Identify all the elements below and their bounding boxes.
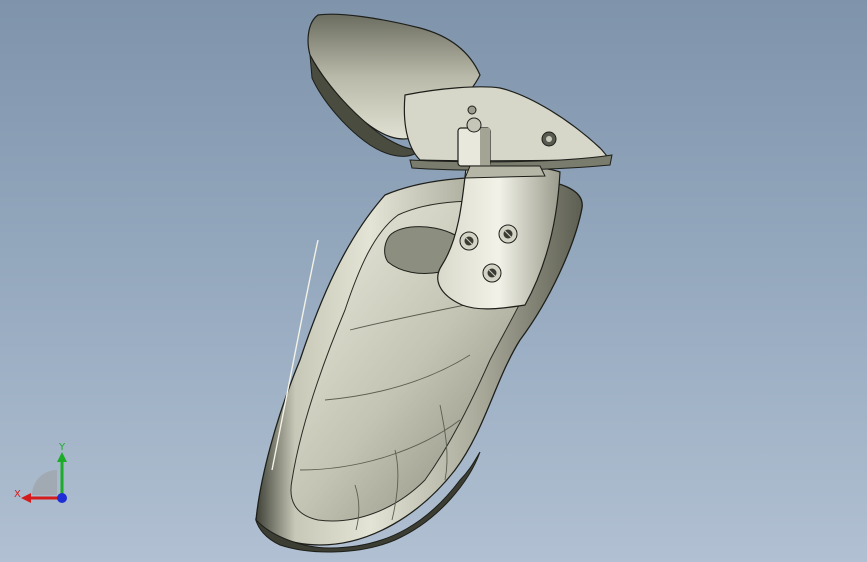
bolt-icon [498,224,518,244]
support-post [464,165,546,179]
top-flange[interactable] [403,86,612,162]
bolt-icon [459,231,479,251]
hinge-block-shade [480,128,490,166]
orientation-triad: Y X [14,442,67,503]
x-axis-arrow-icon [21,493,31,503]
x-axis-label: X [14,489,21,500]
y-axis-arrow-icon [57,452,67,462]
z-axis-dot-icon [57,493,67,503]
bolt-icon [482,263,502,283]
y-axis-label: Y [58,442,66,453]
armrest-part-icon[interactable] [0,0,867,562]
triad-plane [32,470,57,495]
hinge-pin-icon [467,105,477,115]
cad-viewport[interactable]: Y X [0,0,867,562]
hinge-pin-icon [466,117,482,133]
screw-icon [541,131,557,147]
